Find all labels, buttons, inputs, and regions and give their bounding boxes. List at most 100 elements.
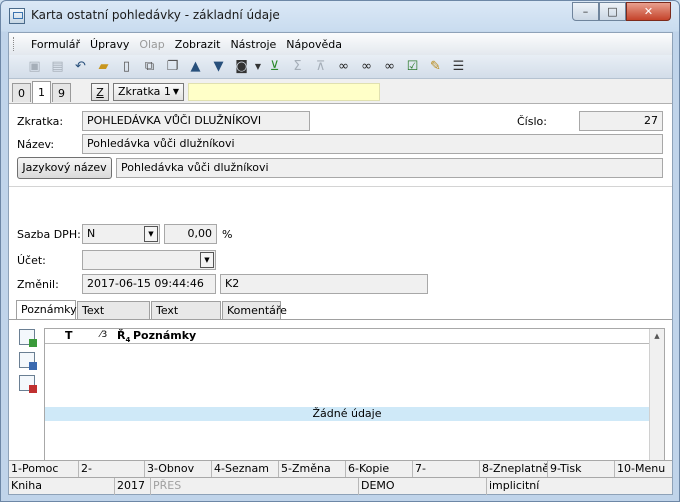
status-profile: implicitní (489, 479, 540, 492)
sort-select-value: Zkratka 1 (118, 85, 171, 98)
menu-icon[interactable]: ☰ (447, 57, 470, 77)
arrow-up-icon[interactable]: ▲ (184, 57, 207, 77)
save-as-icon[interactable]: ▤ (46, 57, 69, 77)
filter-icon[interactable]: ⊻ (263, 57, 286, 77)
menu-olap[interactable]: Olap (134, 38, 169, 51)
col-r-header[interactable]: Ř4 (117, 329, 130, 344)
page-tab-row: 0 1 9 Z Zkratka 1 ▼ (9, 80, 672, 104)
sazba-dph-label: Sazba DPH: (17, 228, 81, 241)
zmenil-date-field: 2017-06-15 09:44:46 (82, 274, 216, 294)
col-t-header[interactable]: T (65, 329, 73, 342)
find-next-icon[interactable]: ∞ (355, 57, 378, 77)
nazev-label: Název: (17, 138, 55, 151)
close-button[interactable]: ✕ (626, 2, 671, 21)
grid-header: T ⁄3 Ř4 Poznámky (45, 329, 649, 344)
status-mode: PŘES (151, 478, 359, 495)
open-folder-icon[interactable]: ▰ (92, 57, 115, 77)
check-list-icon[interactable]: ☑ (401, 57, 424, 77)
fkey-6[interactable]: 6-Kopie (346, 461, 413, 478)
sort-key-button[interactable]: Z (91, 83, 109, 101)
chevron-down-icon: ▼ (200, 252, 214, 268)
tab-text-paticky[interactable]: Text patičky (151, 301, 221, 334)
undo-icon[interactable]: ↶ (69, 57, 92, 77)
fkey-5[interactable]: 5-Změna (279, 461, 346, 478)
dropdown-arrow-icon[interactable]: ▼ (253, 57, 263, 77)
vertical-scrollbar[interactable]: ▲ ▼ (649, 329, 664, 477)
window-title: Karta ostatní pohledávky - základní údaj… (31, 8, 280, 22)
chevron-down-icon: ▼ (172, 87, 179, 96)
toolbar: ▣ ▤ ↶ ▰ ▯ ⧉ ❐ ▲ ▼ ◙ ▼ ⊻ Σ ⊼ ∞ ∞ ∞ ☑ ✎ ☰ (9, 55, 672, 79)
ucet-label: Účet: (17, 254, 46, 267)
zkratka-field[interactable]: POHLEDÁVKA VŮČI DLUŽNÍKOVI (82, 111, 310, 131)
zkratka-label: Zkratka: (17, 115, 64, 128)
fkey-9[interactable]: 9-Tisk (548, 461, 615, 478)
menu-bar: Formulář Úpravy Olap Zobrazit Nástroje N… (9, 33, 672, 55)
jazykovy-nazev-field[interactable]: Pohledávka vůči dlužníkovi (116, 158, 663, 178)
ucet-select[interactable]: ▼ (82, 250, 216, 270)
tab-komentare[interactable]: Komentáře (222, 301, 287, 319)
add-note-icon[interactable] (19, 329, 37, 347)
clear-filter-icon[interactable]: ⊼ (309, 57, 332, 77)
function-key-bar: 1-Pomoc 2- 3-Obnov 4-Seznam 5-Změna 6-Ko… (9, 460, 672, 478)
title-bar: Karta ostatní pohledávky - základní údaj… (1, 1, 679, 31)
sort-select[interactable]: Zkratka 1 ▼ (113, 83, 184, 101)
fkey-8[interactable]: 8-Zneplatněr (480, 461, 548, 478)
edit-icon[interactable]: ✎ (424, 57, 447, 77)
status-book: Kniha (9, 478, 115, 495)
maximize-button[interactable]: □ (599, 2, 626, 21)
notes-area: T ⁄3 Ř4 Poznámky Žádné údaje ▲ ▼ (9, 319, 672, 478)
page-tab-9[interactable]: 9 (52, 83, 71, 102)
fkey-2[interactable]: 2- (79, 461, 145, 478)
fkey-3[interactable]: 3-Obnov (145, 461, 212, 478)
scroll-up-icon[interactable]: ▲ (650, 329, 664, 343)
zmenil-user-field: K2 (220, 274, 428, 294)
menu-formular[interactable]: Formulář (26, 38, 85, 51)
nazev-field[interactable]: Pohledávka vůči dlužníkovi (82, 134, 663, 154)
menu-grip (13, 37, 16, 51)
copy-icon[interactable]: ⧉ (138, 57, 161, 77)
sazba-dph-value: N (87, 227, 96, 240)
camera-icon[interactable]: ◙ (230, 57, 253, 77)
book-icon[interactable]: ❐ (161, 57, 184, 77)
page-tab-1[interactable]: 1 (32, 81, 51, 103)
cislo-label: Číslo: (517, 115, 547, 128)
save-icon[interactable]: ▣ (23, 57, 46, 77)
col-notes-header[interactable]: Poznámky (133, 329, 196, 342)
sub-tab-bar: Poznámky Text hlavičky Text patičky Kome… (9, 300, 672, 334)
no-data-row: Žádné údaje (45, 407, 649, 421)
find-prev-icon[interactable]: ∞ (378, 57, 401, 77)
menu-upravy[interactable]: Úpravy (85, 38, 134, 51)
delete-note-icon[interactable] (19, 375, 37, 393)
zmenil-label: Změnil: (17, 278, 59, 291)
notes-grid: T ⁄3 Ř4 Poznámky Žádné údaje ▲ ▼ (44, 328, 665, 478)
new-document-icon[interactable]: ▯ (115, 57, 138, 77)
fkey-4[interactable]: 4-Seznam (212, 461, 279, 478)
tab-poznamky[interactable]: Poznámky (16, 300, 77, 320)
detail-panel: Zkratka: POHLEDÁVKA VŮČI DLUŽNÍKOVI Čísl… (9, 103, 672, 478)
menu-zobrazit[interactable]: Zobrazit (170, 38, 226, 51)
sum-icon[interactable]: Σ (286, 57, 309, 77)
application-window: Karta ostatní pohledávky - základní údaj… (0, 0, 680, 502)
app-icon (9, 8, 25, 24)
form-client-area: Formulář Úpravy Olap Zobrazit Nástroje N… (8, 32, 673, 495)
menu-nastroje[interactable]: Nástroje (225, 38, 281, 51)
fkey-10[interactable]: 10-Menu (615, 461, 672, 478)
sazba-dph-percent-field[interactable]: 0,00 (164, 224, 217, 244)
jazykovy-nazev-button[interactable]: Jazykový název (17, 157, 112, 179)
status-database: DEMO (359, 478, 487, 495)
fkey-1[interactable]: 1-Pomoc (9, 461, 79, 478)
quick-search-field[interactable] (188, 83, 380, 101)
page-tab-0[interactable]: 0 (12, 83, 31, 102)
fkey-7[interactable]: 7- (413, 461, 480, 478)
divider (9, 186, 672, 187)
tab-text-hlavicky[interactable]: Text hlavičky (77, 301, 150, 334)
binoculars-icon[interactable]: ∞ (332, 57, 355, 77)
col-fraction-header[interactable]: ⁄3 (100, 330, 107, 340)
status-bar: Kniha 2017 PŘES DEMO implicitní (9, 477, 672, 495)
arrow-down-icon[interactable]: ▼ (207, 57, 230, 77)
menu-napoveda[interactable]: Nápověda (281, 38, 347, 51)
edit-note-icon[interactable] (19, 352, 37, 370)
minimize-button[interactable]: – (572, 2, 599, 21)
sazba-dph-select[interactable]: N ▼ (82, 224, 160, 244)
cislo-field[interactable]: 27 (579, 111, 663, 131)
